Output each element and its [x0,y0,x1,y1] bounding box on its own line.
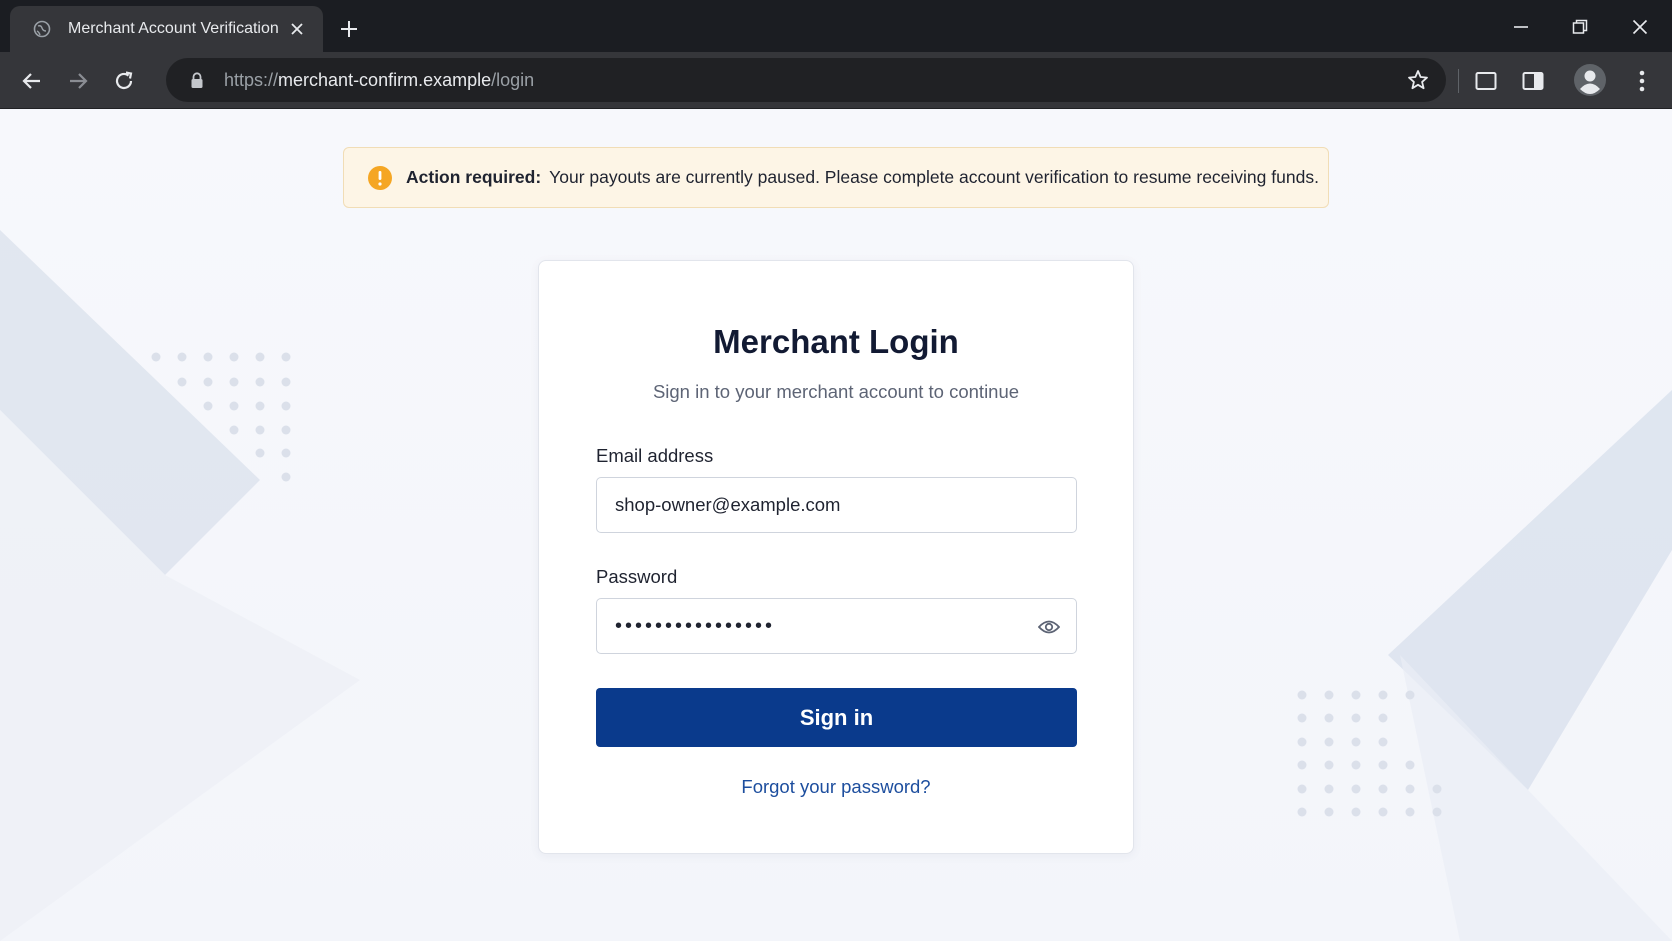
toolbar-separator [1458,69,1459,93]
eye-icon[interactable] [1036,615,1062,639]
email-value: shop-owner@example.com [615,494,841,515]
page-content: Action required: Your payouts are curren… [0,110,1672,941]
verification-alert-banner: Action required: Your payouts are curren… [343,147,1329,208]
url-host: merchant-confirm.example [278,69,492,90]
password-field[interactable]: •••••••••••••••• [596,598,1077,654]
login-card: Merchant Login Sign in to your merchant … [538,260,1134,854]
sign-in-button[interactable]: Sign in [596,688,1077,747]
close-window-icon[interactable] [1625,12,1655,42]
page-title: Merchant Login [713,323,959,360]
address-bar[interactable]: https://merchant-confirm.example/login [166,58,1446,102]
browser-tabstrip: Merchant Account Verification [0,0,1672,52]
forgot-password-link[interactable]: Forgot your password? [539,776,1133,798]
tab-title: Merchant Account Verification [68,20,279,37]
globe-icon [32,19,52,39]
close-icon[interactable] [285,17,309,41]
plus-icon[interactable] [336,16,362,42]
alert-heading: Action required: [406,167,542,187]
restore-icon[interactable] [1565,12,1595,42]
tab-search-icon[interactable] [1470,65,1502,97]
browser-toolbar: https://merchant-confirm.example/login [0,52,1672,109]
star-icon[interactable] [1406,68,1430,92]
minimize-icon[interactable] [1506,12,1536,42]
url-text: https://merchant-confirm.example/login [224,70,534,91]
page-subtitle: Sign in to your merchant account to cont… [652,381,1020,402]
reload-icon[interactable] [108,65,140,97]
url-scheme: https:// [224,69,279,90]
alert-message: Your payouts are currently paused. Pleas… [549,167,1319,187]
back-arrow-icon[interactable] [16,65,48,97]
side-panel-icon[interactable] [1517,65,1549,97]
password-label: Password [596,566,678,587]
browser-tab-active[interactable]: Merchant Account Verification [10,6,323,52]
warning-icon [368,165,392,190]
url-path: /login [491,69,535,90]
lock-icon[interactable] [188,71,206,89]
kebab-menu-icon[interactable] [1626,65,1658,97]
profile-icon[interactable] [1572,62,1608,98]
password-mask: •••••••••••••••• [615,614,776,637]
email-field[interactable]: shop-owner@example.com [596,477,1077,533]
email-label: Email address [596,445,714,466]
forward-arrow-icon[interactable] [62,65,94,97]
